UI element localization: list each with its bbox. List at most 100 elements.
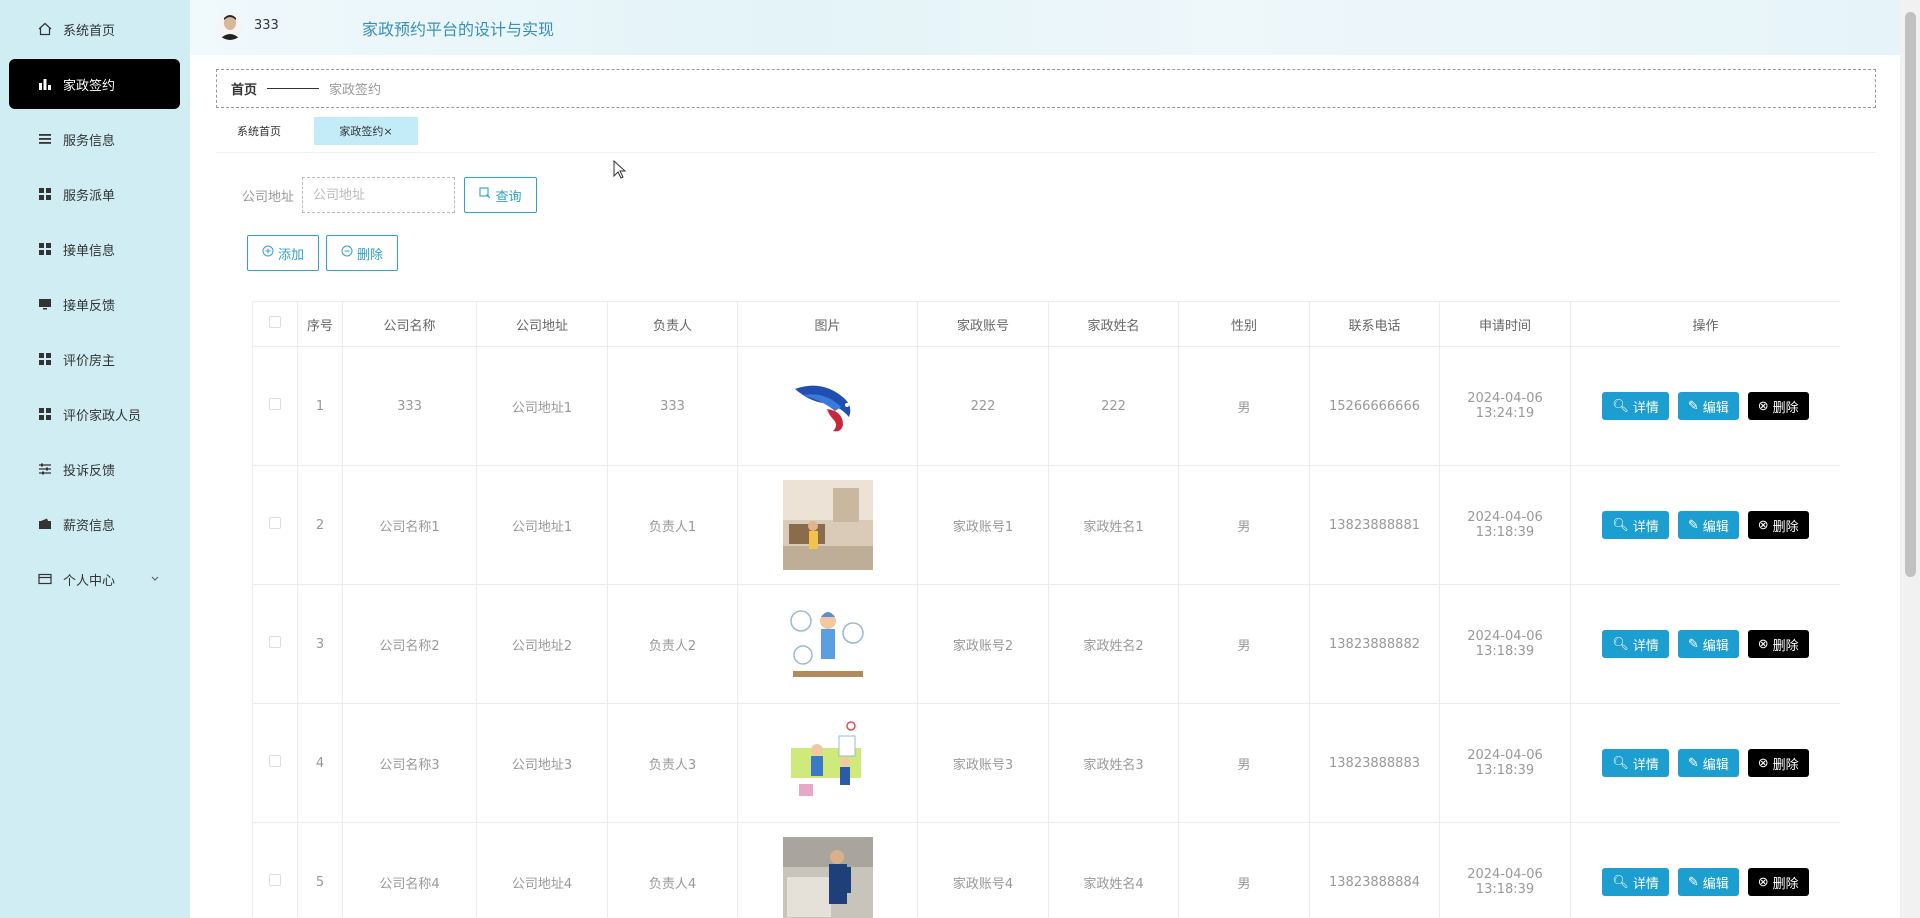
delete-button-label: 删除: [356, 247, 383, 263]
search-icon: 🔍︎: [1612, 517, 1629, 532]
table-row: 1 333 公司地址1 333 222 222 男 15266666666 20…: [252, 346, 1840, 466]
row-checkbox[interactable]: [269, 517, 281, 529]
cell-name: 家政姓名2: [1048, 584, 1179, 704]
row-delete-button[interactable]: ⊗ 删除: [1747, 868, 1809, 896]
row-delete-button[interactable]: ⊗ 删除: [1747, 630, 1809, 658]
minus-circle-icon: [341, 245, 353, 261]
family-cleaning-illustration: [782, 718, 873, 808]
cell-manager: 负责人4: [607, 822, 738, 918]
edit-button[interactable]: ✎ 编辑: [1677, 392, 1739, 420]
edit-label: 编辑: [1702, 637, 1729, 653]
sidebar-item-feedback[interactable]: 接单反馈: [9, 279, 180, 329]
delete-button[interactable]: 删除: [326, 235, 398, 271]
cell-phone: 13823888882: [1309, 584, 1440, 704]
edit-button[interactable]: ✎ 编辑: [1677, 868, 1739, 896]
breadcrumb-current: 家政签约: [329, 83, 382, 98]
detail-label: 详情: [1632, 756, 1659, 772]
page-scrollbar[interactable]: [1900, 0, 1920, 918]
column-header: 性别: [1178, 301, 1310, 347]
site-title: 家政预约平台的设计与实现: [362, 20, 555, 39]
cell-address: 公司地址2: [476, 584, 608, 704]
cell-image: [737, 584, 918, 704]
search-icon: 🔍︎: [1612, 874, 1629, 889]
detail-button[interactable]: 🔍︎ 详情: [1602, 392, 1669, 420]
cell-address: 公司地址3: [476, 703, 608, 823]
row-checkbox[interactable]: [269, 636, 281, 648]
add-button[interactable]: 添加: [247, 235, 319, 271]
select-all-checkbox[interactable]: [269, 316, 281, 328]
breadcrumb: 首页 家政签约: [216, 69, 1876, 108]
sidebar-item-complaints[interactable]: 投诉反馈: [9, 444, 180, 494]
cell-manager: 负责人2: [607, 584, 738, 704]
sidebar-item-contract[interactable]: 家政签约: [9, 59, 180, 109]
sidebar-item-label: 投诉反馈: [63, 463, 116, 479]
cell-company: 公司名称1: [342, 465, 477, 585]
home-icon: [37, 21, 53, 37]
circle-x-icon: ⊗: [1757, 398, 1769, 413]
cell-account: 家政账号1: [917, 465, 1049, 585]
tab-home[interactable]: 系统首页: [224, 117, 294, 145]
search-label: 公司地址: [242, 190, 295, 205]
table-header-row: 序号 公司名称 公司地址 负责人 图片 家政账号 家政姓名 性别 联系电话 申请…: [252, 301, 1840, 347]
cell-phone: 13823888881: [1309, 465, 1440, 585]
row-delete-button[interactable]: ⊗ 删除: [1747, 392, 1809, 420]
cell-phone: 13823888883: [1309, 703, 1440, 823]
cell-gender: 男: [1178, 584, 1310, 704]
tab-contract[interactable]: 家政签约×: [314, 117, 418, 145]
cell-name: 家政姓名3: [1048, 703, 1179, 823]
search-button[interactable]: 查询: [464, 177, 537, 213]
cell-account: 家政账号4: [917, 822, 1049, 918]
address-search-input[interactable]: [302, 177, 455, 213]
sidebar-item-label: 评价家政人员: [63, 408, 142, 424]
detail-label: 详情: [1632, 637, 1659, 653]
sidebar-item-rate-owner[interactable]: 评价房主: [9, 334, 180, 384]
row-checkbox[interactable]: [269, 874, 281, 886]
detail-button[interactable]: 🔍︎ 详情: [1602, 749, 1669, 777]
sidebar-item-salary[interactable]: 薪资信息: [9, 499, 180, 549]
edit-button[interactable]: ✎ 编辑: [1677, 511, 1739, 539]
sidebar-item-home[interactable]: 系统首页: [9, 4, 180, 54]
row-checkbox[interactable]: [269, 398, 281, 410]
cell-actions: 🔍︎ 详情 ✎ 编辑 ⊗ 删除: [1570, 822, 1840, 918]
row-checkbox[interactable]: [269, 755, 281, 767]
cell-actions: 🔍︎ 详情 ✎ 编辑 ⊗ 删除: [1570, 465, 1840, 585]
sidebar-item-rate-staff[interactable]: 评价家政人员: [9, 389, 180, 439]
sidebar-item-orders[interactable]: 接单信息: [9, 224, 180, 274]
cell-no: 1: [297, 346, 343, 466]
cell-manager: 负责人3: [607, 703, 738, 823]
delete-label: 删除: [1772, 637, 1799, 653]
search-icon: 🔍︎: [1612, 636, 1629, 651]
edit-button[interactable]: ✎ 编辑: [1677, 749, 1739, 777]
table-row: 4 公司名称3 公司地址3 负责人3 家政账号3 家政姓名3 男 1382388…: [252, 703, 1840, 823]
row-select-cell: [252, 703, 298, 823]
detail-button[interactable]: 🔍︎ 详情: [1602, 630, 1669, 658]
cell-time: 2024-04-06 13:18:39: [1439, 584, 1571, 704]
avatar[interactable]: [216, 12, 244, 40]
cell-actions: 🔍︎ 详情 ✎ 编辑 ⊗ 删除: [1570, 584, 1840, 704]
cell-time: 2024-04-06 13:18:39: [1439, 465, 1571, 585]
sidebar-item-dispatch[interactable]: 服务派单: [9, 169, 180, 219]
column-header: 公司地址: [476, 301, 608, 347]
sidebar-item-label: 服务派单: [63, 188, 116, 204]
detail-button[interactable]: 🔍︎ 详情: [1602, 868, 1669, 896]
edit-label: 编辑: [1702, 756, 1729, 772]
sidebar-item-service-info[interactable]: 服务信息: [9, 114, 180, 164]
row-delete-button[interactable]: ⊗ 删除: [1747, 511, 1809, 539]
cell-gender: 男: [1178, 703, 1310, 823]
scrollbar-thumb[interactable]: [1905, 12, 1916, 577]
breadcrumb-home[interactable]: 首页: [231, 79, 257, 98]
cell-manager: 333: [607, 346, 738, 466]
column-header: 家政账号: [917, 301, 1049, 347]
cell-account: 家政账号2: [917, 584, 1049, 704]
cell-address: 公司地址4: [476, 822, 608, 918]
sliders-icon: [37, 461, 53, 477]
row-delete-button[interactable]: ⊗ 删除: [1747, 749, 1809, 777]
chevron-down-icon[interactable]: [150, 572, 160, 587]
table-row: 2 公司名称1 公司地址1 负责人1 家政账号1 家政姓名1 男 1382388…: [252, 465, 1840, 585]
edit-button[interactable]: ✎ 编辑: [1677, 630, 1739, 658]
monitor-icon: [37, 296, 53, 312]
column-header: 负责人: [607, 301, 738, 347]
sidebar-item-label: 家政签约: [63, 78, 116, 94]
sidebar-item-profile[interactable]: 个人中心: [9, 554, 180, 604]
detail-button[interactable]: 🔍︎ 详情: [1602, 511, 1669, 539]
